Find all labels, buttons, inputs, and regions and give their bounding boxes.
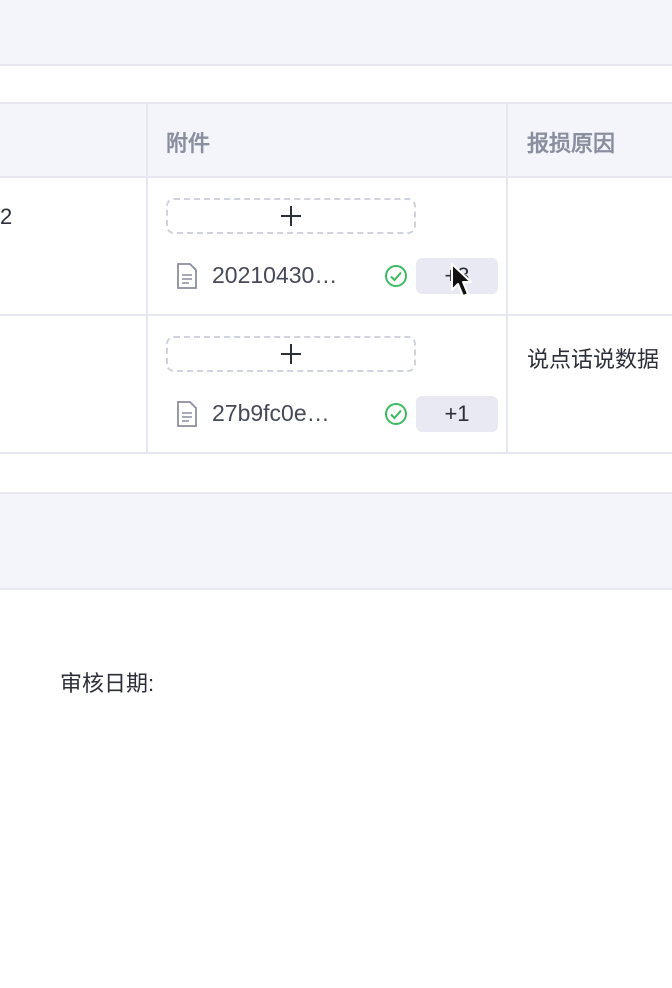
check-circle-icon: [385, 265, 407, 287]
header-reason: 报损原因: [527, 131, 616, 156]
plus-icon: [281, 344, 301, 364]
add-attachment-button[interactable]: [166, 198, 416, 234]
file-icon: [177, 401, 197, 427]
table-header-row: 附件 报损原因: [0, 102, 672, 178]
attachment-file-name[interactable]: 27b9fc0e…: [212, 400, 330, 427]
section-header-band: [0, 492, 672, 590]
table-row: 27b9fc0e… +1 说点话说数据: [0, 316, 672, 454]
check-circle-icon: [385, 403, 407, 425]
column-divider: [146, 102, 148, 454]
add-attachment-button[interactable]: [166, 336, 416, 372]
review-date-label: 审核日期:: [60, 671, 155, 696]
header-attachment: 附件: [166, 131, 211, 156]
attachment-file-name[interactable]: 20210430…: [212, 262, 337, 289]
top-toolbar-band: [0, 0, 672, 66]
reason-text: 说点话说数据: [527, 347, 660, 372]
row-left-value: 2: [0, 204, 13, 229]
more-attachments-badge[interactable]: +1: [416, 396, 498, 432]
mouse-pointer-icon: [451, 263, 472, 297]
plus-icon: [281, 206, 301, 226]
file-icon: [177, 263, 197, 289]
column-divider: [506, 102, 508, 454]
table-row: 2 20210430… +3: [0, 178, 672, 316]
attachment-item[interactable]: 27b9fc0e… +1: [176, 396, 498, 432]
